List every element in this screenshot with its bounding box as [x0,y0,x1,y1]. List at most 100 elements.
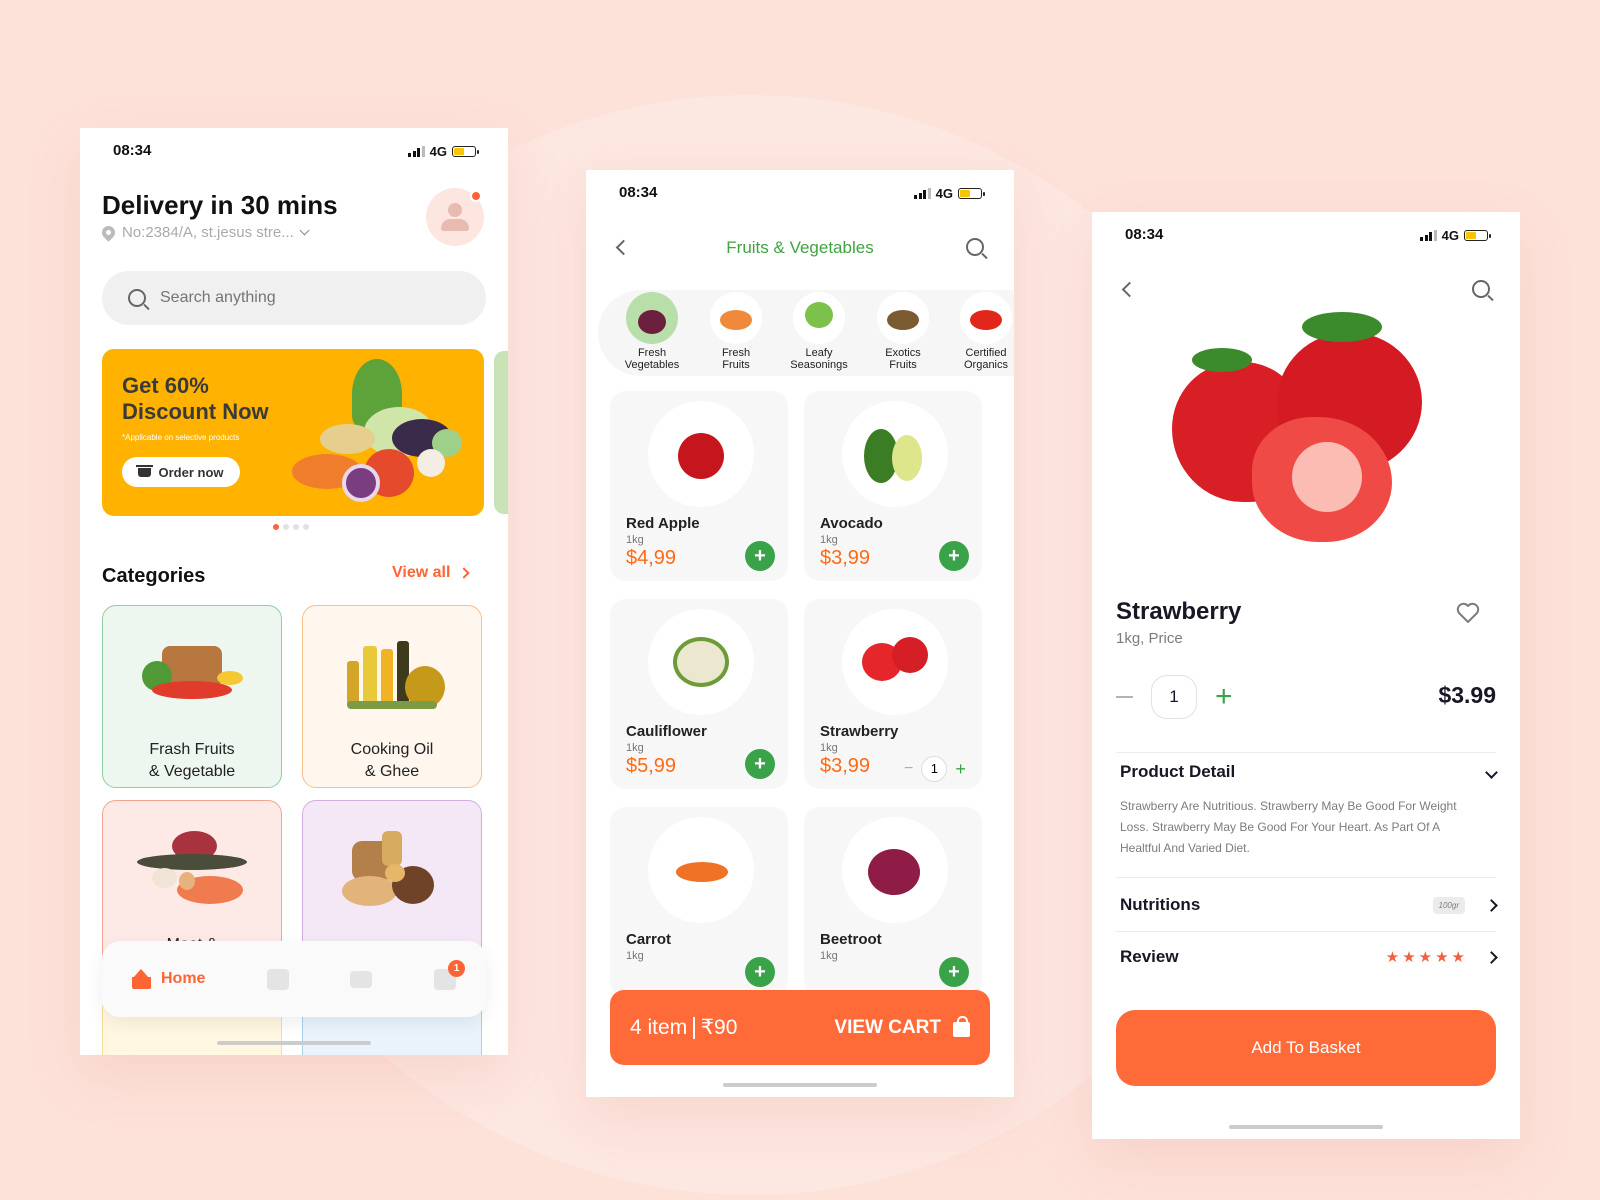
product-card[interactable]: Red Apple 1kg $4,99 + [610,391,788,581]
product-card[interactable]: Carrot 1kg + [610,807,788,997]
increment-button[interactable]: + [1215,680,1233,714]
search-icon[interactable] [1472,280,1490,298]
star-icon: ★ [1385,949,1400,966]
nav-coupon-icon[interactable] [350,970,373,988]
view-all-link[interactable]: View all [392,564,471,582]
add-to-basket-button[interactable]: Add To Basket [1116,1010,1496,1086]
status-time: 08:34 [619,184,658,201]
product-card[interactable]: Avocado 1kg $3,99 + [804,391,982,581]
product-name: Avocado [820,515,883,532]
order-now-button[interactable]: Order now [122,457,240,487]
onion-icon [626,292,678,344]
next-banner-peek[interactable] [494,351,508,514]
product-subtitle: 1kg, Price [1116,630,1183,647]
cart-badge: 1 [448,959,465,977]
quantity-stepper: − 1 + [904,756,966,782]
product-card[interactable]: Strawberry 1kg $3,99 − 1 + [804,599,982,789]
product-price: $4,99 [626,547,677,569]
location-pin-icon [99,223,118,242]
product-name: Beetroot [820,931,882,948]
back-icon[interactable] [1121,281,1138,298]
oil-bottles-image [337,631,447,711]
carousel-dots [273,524,309,530]
home-indicator [217,1041,371,1045]
section-title: Review [1120,947,1179,966]
subcategory-fresh-fruits[interactable]: Fresh Fruits [696,292,776,371]
carrot-image [648,817,754,923]
category-label: Cooking Oil & Ghee [350,741,434,780]
tomato-icon [960,292,1012,344]
view-cart-label: VIEW CART [834,1016,941,1038]
product-card[interactable]: Cauliflower 1kg $5,99 + [610,599,788,789]
user-icon [448,203,462,217]
nav-home[interactable]: Home [132,969,205,989]
category-label: Frash Fruits & Vegetable [148,741,236,780]
product-name: Carrot [626,931,672,948]
star-icon: ★ [1435,949,1449,966]
status-time: 08:34 [1125,226,1164,243]
product-name: Strawberry [1116,598,1242,625]
decrement-button[interactable] [1116,696,1133,698]
nav-cart-icon[interactable]: 1 [434,959,465,990]
home-icon [132,969,151,989]
section-title: Product Detail [1120,762,1236,781]
product-card[interactable]: Beetroot 1kg + [804,807,982,997]
banner-headline: Get 60% Discount Now [122,373,269,424]
network-label: 4G [1441,228,1459,243]
apricot-icon [710,292,762,344]
bread-image [337,826,447,906]
address-text: No:2384/A, st.jesus stre... [122,224,294,241]
kiwi-icon [877,292,929,344]
status-bar: 08:34 4G [586,184,1014,204]
subcategory-certified-organics[interactable]: Certified Organics [946,292,1014,371]
subcategory-leafy-seasonings[interactable]: Leafy Seasonings [779,292,859,371]
add-to-cart-button[interactable]: + [745,749,775,779]
search-input[interactable] [160,289,440,307]
subcategory-strip: Fresh Vegetables Fresh Fruits Leafy Seasoni… [598,290,1014,376]
cart-total: ₹90 [700,1016,738,1039]
subcategory-exotic-fruits[interactable]: Exotics Fruits [863,292,943,371]
nav-shop-bag-icon[interactable] [266,968,289,990]
apple-image [648,401,754,507]
nutritions-row[interactable]: Nutritions 100gr [1120,895,1498,915]
lettuce-icon [793,292,845,344]
avatar[interactable] [426,188,484,246]
section-title: Nutritions [1120,895,1201,914]
search-icon[interactable] [966,238,984,256]
signal-icon [1420,230,1437,241]
product-description: Strawberry Are Nutritious. Strawberry Ma… [1120,799,1457,855]
add-to-cart-button[interactable]: + [745,541,775,571]
increment-button[interactable]: + [955,759,966,780]
product-price: $3,99 [820,547,871,569]
nutrition-unit-badge: 100gr [1432,896,1465,914]
rating-stars: ★ ★ ★ ★ ★ [1386,948,1465,966]
product-detail-section[interactable]: Product Detail [1120,762,1498,782]
add-to-cart-button[interactable]: + [939,541,969,571]
shopping-bag-icon [953,1015,970,1037]
cart-item-count: 4 item [630,1015,688,1039]
address-selector[interactable]: No:2384/A, st.jesus stre... [99,223,310,242]
banner-note: *Applicable on selective products [122,433,240,442]
review-row[interactable]: Review ★ ★ ★ ★ ★ [1120,947,1498,967]
product-weight: 1kg [626,742,644,754]
add-to-cart-button[interactable]: + [745,957,775,987]
beetroot-image [842,817,948,923]
quantity-value: 1 [921,756,948,782]
category-card-fruits-vegetables[interactable]: Frash Fruits & Vegetable [102,605,282,788]
chevron-right-icon [1485,898,1498,912]
chevron-right-icon [1485,950,1498,964]
product-weight: 1kg [626,534,644,546]
view-cart-button[interactable]: 4 item ₹90 VIEW CART [610,990,990,1065]
network-label: 4G [935,186,953,201]
favorite-heart-icon[interactable] [1456,602,1480,624]
category-card-cooking-oil[interactable]: Cooking Oil & Ghee [302,605,482,788]
chevron-down-icon [1485,765,1498,779]
listing-screen: 08:34 4G Fruits & Vegetables Fresh Vegeta… [586,170,1014,1097]
strawberry-hero-image [1172,312,1442,552]
search-bar[interactable] [102,271,486,325]
promo-banner[interactable]: Get 60% Discount Now *Applicable on sele… [102,349,484,516]
add-to-cart-button[interactable]: + [939,957,969,987]
subcategory-fresh-vegetables[interactable]: Fresh Vegetables [612,292,692,371]
categories-title: Categories [102,565,206,587]
decrement-button[interactable]: − [904,760,913,778]
